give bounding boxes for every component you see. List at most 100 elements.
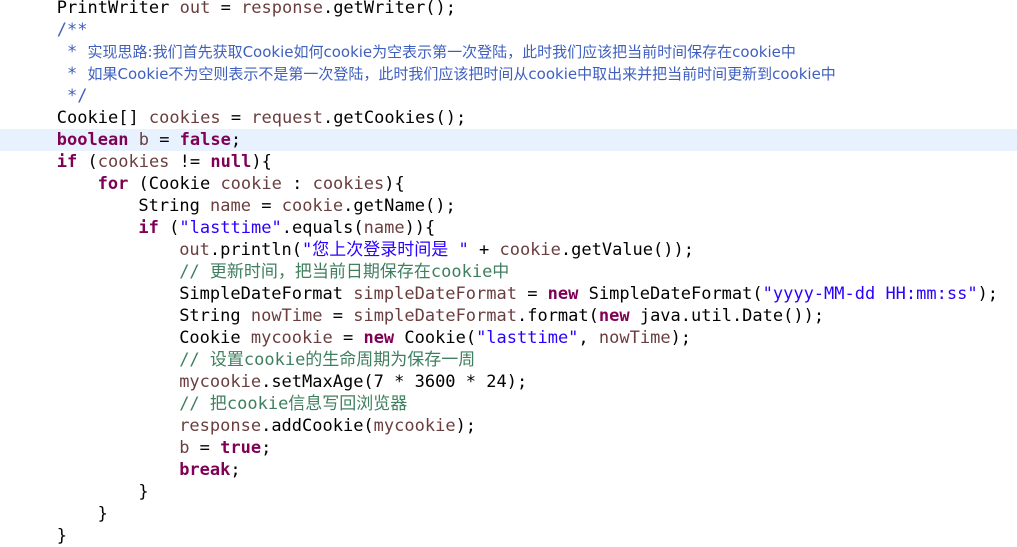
code-token: String — [138, 196, 211, 216]
variable-token: nowTime — [598, 328, 671, 348]
variable-token: response — [179, 416, 262, 436]
code-token: .format( — [516, 306, 599, 326]
javadoc-token: * — [56, 64, 88, 84]
code-token: Cookie[] — [56, 108, 149, 128]
variable-token: out — [179, 240, 210, 260]
code-token: Cookie( — [394, 328, 477, 348]
code-token: } — [97, 504, 108, 524]
keyword-token: new — [598, 306, 630, 326]
code-token: .getCookies(); — [322, 108, 467, 128]
variable-token: mycookie — [250, 328, 333, 348]
code-line[interactable]: if ("lasttime".equals(name)){ — [0, 217, 1017, 239]
code-token: : — [281, 174, 313, 194]
code-token: ( — [77, 152, 98, 172]
string-token: "yyyy-MM-dd HH:mm:ss" — [762, 284, 978, 304]
code-token: SimpleDateFormat — [179, 284, 354, 304]
code-token: ; — [230, 460, 241, 480]
variable-token: request — [251, 108, 323, 128]
code-line[interactable]: */ — [0, 85, 1017, 107]
variable-token: name — [210, 196, 251, 216]
keyword-token: break — [179, 460, 231, 480]
code-line[interactable]: response.addCookie(mycookie); — [0, 415, 1017, 437]
javadoc-token: */ — [56, 86, 88, 106]
comment-token: // 把cookie信息写回浏览器 — [179, 394, 408, 414]
code-token: = — [516, 284, 548, 304]
code-line[interactable]: } — [0, 525, 1017, 547]
code-line[interactable]: b = true; — [0, 437, 1017, 459]
code-line[interactable]: for (Cookie cookie : cookies){ — [0, 173, 1017, 195]
code-line[interactable]: * 实现思路:我们首先获取Cookie如何cookie为空表示第一次登陆，此时我… — [0, 41, 1017, 63]
variable-token: cookies — [148, 108, 221, 128]
code-line[interactable]: PrintWriter out = response.getWriter(); — [0, 0, 1017, 19]
code-line[interactable]: boolean b = false; — [0, 129, 1017, 151]
code-token: ; — [261, 438, 272, 458]
keyword-token: true — [220, 438, 262, 458]
code-token: Cookie — [179, 328, 251, 348]
keyword-token: for — [97, 174, 129, 194]
code-token: .getName(); — [343, 196, 456, 216]
code-line[interactable]: // 设置cookie的生命周期为保存一周 — [0, 349, 1017, 371]
keyword-token: new — [363, 328, 395, 348]
code-token: .println( — [209, 240, 303, 260]
javadoc-token: 实现思路:我们首先获取Cookie如何cookie为空表示第一次登陆，此时我们应… — [87, 43, 796, 61]
code-token: .equals( — [281, 218, 364, 238]
variable-token: b — [179, 438, 190, 458]
code-token: .addCookie( — [261, 416, 374, 436]
keyword-token: false — [179, 130, 231, 150]
variable-token: b — [138, 130, 149, 150]
variable-token: cookies — [97, 152, 170, 172]
variable-token: name — [363, 218, 405, 238]
code-token: PrintWriter — [56, 0, 180, 18]
code-line[interactable]: mycookie.setMaxAge(7 * 3600 * 24); — [0, 371, 1017, 393]
code-token: ( — [158, 218, 180, 238]
code-line[interactable]: // 更新时间，把当前日期保存在cookie中 — [0, 261, 1017, 283]
variable-token: out — [179, 0, 211, 18]
code-token: (Cookie — [128, 174, 221, 194]
code-token: ){ — [251, 152, 272, 172]
code-line[interactable]: SimpleDateFormat simpleDateFormat = new … — [0, 283, 1017, 305]
code-editor[interactable]: PrintWriter out = response.getWriter(); /… — [0, 0, 1017, 546]
keyword-token: boolean — [56, 130, 129, 150]
keyword-token: if — [138, 218, 159, 238]
code-token: ); — [670, 328, 692, 348]
code-token: ); — [977, 284, 999, 304]
code-token: java.util.Date()); — [629, 306, 825, 326]
code-token: != — [169, 152, 211, 172]
code-token: .setMaxAge(7 * 3600 * 24); — [261, 372, 528, 392]
variable-token: cookie — [220, 174, 282, 194]
variable-token: response — [241, 0, 323, 18]
code-line[interactable]: break; — [0, 459, 1017, 481]
variable-token: simpleDateFormat — [353, 306, 517, 326]
code-line[interactable]: Cookie mycookie = new Cookie("lasttime",… — [0, 327, 1017, 349]
code-token: ){ — [384, 174, 405, 194]
code-token: = — [210, 0, 242, 18]
code-line[interactable]: String name = cookie.getName(); — [0, 195, 1017, 217]
code-token: } — [138, 482, 149, 502]
code-token: .getWriter(); — [322, 0, 457, 18]
code-line[interactable]: } — [0, 503, 1017, 525]
code-line[interactable]: Cookie[] cookies = request.getCookies(); — [0, 107, 1017, 129]
variable-token: cookie — [281, 196, 344, 216]
code-token: } — [56, 526, 68, 546]
code-token: = — [322, 306, 354, 326]
code-token: ); — [455, 416, 477, 436]
code-token: + — [468, 240, 500, 260]
code-line[interactable]: // 把cookie信息写回浏览器 — [0, 393, 1017, 415]
code-token: = — [251, 196, 282, 216]
code-line[interactable]: out.println("您上次登录时间是 " + cookie.getValu… — [0, 239, 1017, 261]
code-line[interactable]: * 如果Cookie不为空则表示不是第一次登陆，此时我们应该把时间从cookie… — [0, 63, 1017, 85]
code-line[interactable]: String nowTime = simpleDateFormat.format… — [0, 305, 1017, 327]
code-token: )){ — [404, 218, 436, 238]
string-token: "lasttime" — [179, 218, 282, 238]
variable-token: nowTime — [250, 306, 323, 326]
code-line[interactable]: /** — [0, 19, 1017, 41]
code-token: , — [578, 328, 599, 348]
code-token: = — [332, 328, 364, 348]
code-line[interactable]: } — [0, 481, 1017, 503]
comment-token: // 更新时间，把当前日期保存在cookie中 — [179, 262, 510, 282]
code-token: SimpleDateFormat( — [578, 284, 763, 304]
code-token: String — [179, 306, 251, 326]
code-line[interactable]: if (cookies != null){ — [0, 151, 1017, 173]
keyword-token: if — [56, 152, 78, 172]
